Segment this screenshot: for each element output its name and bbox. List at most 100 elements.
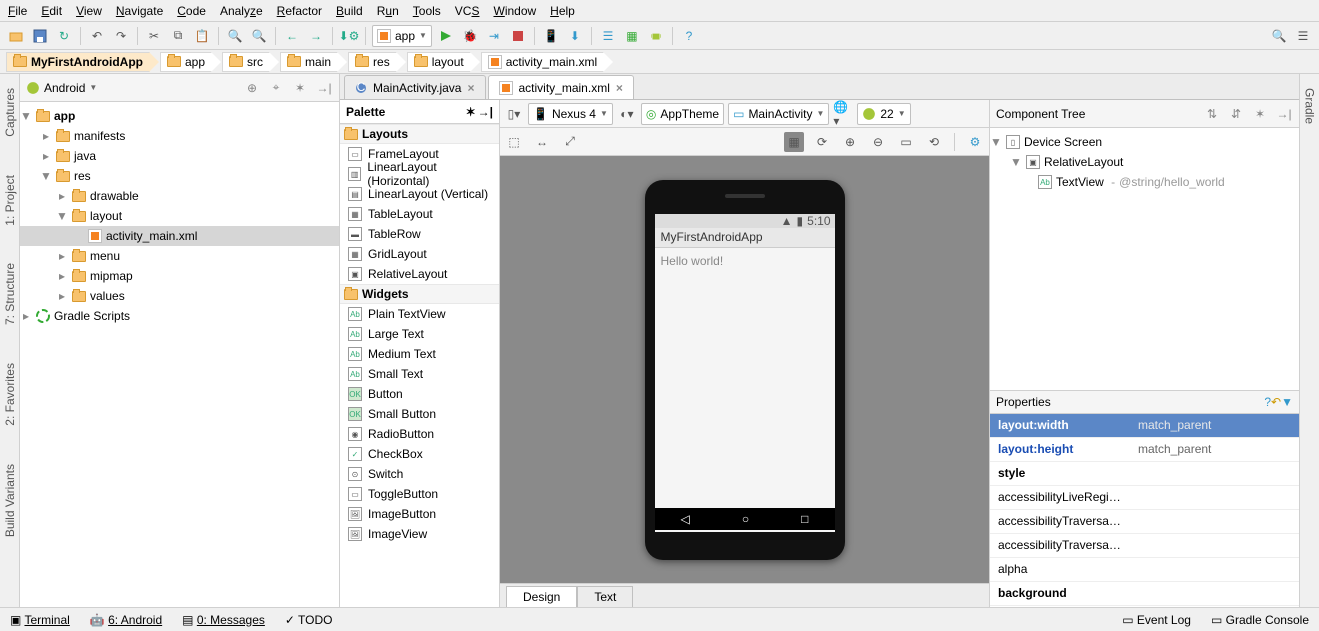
property-row[interactable]: accessibilityTraversalAfter — [990, 510, 1299, 534]
menu-view[interactable]: View — [76, 4, 102, 18]
property-row[interactable]: layout:heightmatch_parent — [990, 438, 1299, 462]
tab-activitymain[interactable]: activity_main.xml × — [488, 75, 634, 99]
avd-icon[interactable]: 📱 — [541, 26, 561, 46]
save-icon[interactable] — [30, 26, 50, 46]
sidetab-buildvariants[interactable]: Build Variants — [3, 460, 17, 541]
palette-group-widgets[interactable]: Widgets — [340, 284, 499, 304]
property-value[interactable] — [1130, 486, 1299, 509]
design-canvas[interactable]: ▲ ▮ 5:10 MyFirstAndroidApp Hello world! … — [500, 156, 989, 583]
menu-help[interactable]: Help — [550, 4, 575, 18]
gear-icon[interactable]: ✶ — [1251, 105, 1269, 123]
gear-icon[interactable]: ✶ — [466, 105, 476, 119]
bottom-eventlog[interactable]: ▭ Event Log — [1122, 613, 1191, 627]
collapse-icon[interactable]: ⊕ — [243, 79, 261, 97]
tree-node-app[interactable]: ▼app — [20, 106, 339, 126]
sidetab-gradle[interactable]: Gradle — [1303, 84, 1317, 128]
property-value[interactable] — [1130, 534, 1299, 557]
property-row[interactable]: alpha — [990, 558, 1299, 582]
hide-icon[interactable]: →| — [315, 79, 333, 97]
menu-window[interactable]: Window — [493, 4, 536, 18]
ddms-icon[interactable]: ☰ — [598, 26, 618, 46]
hide-icon[interactable]: →| — [478, 105, 493, 119]
chevron-down-icon[interactable]: ▼ — [89, 83, 97, 92]
crumb-layout[interactable]: layout — [407, 52, 471, 72]
menu-refactor[interactable]: Refactor — [277, 4, 322, 18]
ct-relativelayout[interactable]: ▼▣RelativeLayout — [990, 152, 1299, 172]
forward-icon[interactable]: → — [306, 26, 326, 46]
menu-tools[interactable]: Tools — [413, 4, 441, 18]
pal-imageview[interactable]: 🖼ImageView — [340, 524, 499, 544]
menu-file[interactable]: File — [8, 4, 27, 18]
sdk-icon[interactable]: ⬇ — [565, 26, 585, 46]
settings-icon[interactable]: ☰ — [1293, 26, 1313, 46]
crumb-src[interactable]: src — [222, 52, 270, 72]
pal-imagebutton[interactable]: 🖼ImageButton — [340, 504, 499, 524]
capture-icon[interactable]: ⟲ — [924, 132, 944, 152]
device-combo[interactable]: 📱Nexus 4▼ — [528, 103, 613, 125]
crumb-file[interactable]: activity_main.xml — [481, 52, 604, 72]
design-tab[interactable]: Design — [506, 586, 577, 607]
property-value[interactable] — [1130, 558, 1299, 581]
sidetab-captures[interactable]: Captures — [3, 84, 17, 141]
tree-node-res[interactable]: ▼res — [20, 166, 339, 186]
sidetab-project[interactable]: 1: Project — [3, 171, 17, 230]
debug-icon[interactable]: 🐞 — [460, 26, 480, 46]
android-icon[interactable] — [646, 26, 666, 46]
cut-icon[interactable]: ✂ — [144, 26, 164, 46]
paste-icon[interactable]: 📋 — [192, 26, 212, 46]
property-row[interactable]: background — [990, 582, 1299, 606]
bottom-gradleconsole[interactable]: ▭ Gradle Console — [1211, 613, 1309, 627]
menu-run[interactable]: Run — [377, 4, 399, 18]
bottom-android[interactable]: 🤖 6: Android — [90, 613, 162, 627]
locate-icon[interactable]: ⌖ — [267, 79, 285, 97]
api-combo[interactable]: 22▼ — [857, 103, 910, 125]
resize-icon[interactable]: ⤢ — [560, 132, 580, 152]
replace-icon[interactable]: 🔍 — [249, 26, 269, 46]
menu-code[interactable]: Code — [177, 4, 206, 18]
menu-build[interactable]: Build — [336, 4, 363, 18]
pal-button[interactable]: OKButton — [340, 384, 499, 404]
ct-device-screen[interactable]: ▼▯Device Screen — [990, 132, 1299, 152]
zoomin-icon[interactable]: ⊕ — [840, 132, 860, 152]
pan-icon[interactable]: ↔ — [532, 132, 552, 152]
device-screen[interactable]: ▲ ▮ 5:10 MyFirstAndroidApp Hello world! — [655, 214, 835, 532]
project-mode[interactable]: Android — [44, 81, 85, 95]
property-value[interactable] — [1130, 510, 1299, 533]
pal-linearh[interactable]: ▥LinearLayout (Horizontal) — [340, 164, 499, 184]
crumb-res[interactable]: res — [348, 52, 397, 72]
pal-smallbutton[interactable]: OKSmall Button — [340, 404, 499, 424]
zoomout-icon[interactable]: ⊖ — [868, 132, 888, 152]
collapse-icon[interactable]: ⇵ — [1227, 105, 1245, 123]
pal-switch[interactable]: ⊙Switch — [340, 464, 499, 484]
select-icon[interactable]: ⬚ — [504, 132, 524, 152]
gear-icon[interactable]: ⚙ — [965, 132, 985, 152]
orientation-icon[interactable]: ▯▾ — [504, 104, 524, 124]
pal-linearv[interactable]: ▤LinearLayout (Vertical) — [340, 184, 499, 204]
menu-navigate[interactable]: Navigate — [116, 4, 163, 18]
make-icon[interactable]: ⬇⚙ — [339, 26, 359, 46]
filter-icon[interactable]: ▼ — [1281, 395, 1293, 409]
text-tab[interactable]: Text — [577, 586, 633, 607]
crumb-main[interactable]: main — [280, 52, 338, 72]
pal-gridlayout[interactable]: ▦GridLayout — [340, 244, 499, 264]
tree-node-activity-main[interactable]: activity_main.xml — [20, 226, 339, 246]
search-icon[interactable]: 🔍 — [1269, 26, 1289, 46]
palette-group-layouts[interactable]: Layouts — [340, 124, 499, 144]
monitor-icon[interactable]: ▦ — [622, 26, 642, 46]
expand-icon[interactable]: ⇅ — [1203, 105, 1221, 123]
run-config-combo[interactable]: app ▼ — [372, 25, 432, 47]
tree-node-menu[interactable]: ▸menu — [20, 246, 339, 266]
help-icon[interactable]: ? — [1264, 395, 1271, 409]
bottom-todo[interactable]: ✓ TODO — [285, 613, 333, 627]
pal-toggle[interactable]: ▭ToggleButton — [340, 484, 499, 504]
sync-icon[interactable]: ↻ — [54, 26, 74, 46]
pal-tablerow[interactable]: ▬TableRow — [340, 224, 499, 244]
property-row[interactable]: accessibilityLiveRegion — [990, 486, 1299, 510]
zoomfit-icon[interactable]: ▭ — [896, 132, 916, 152]
stop-icon[interactable] — [508, 26, 528, 46]
property-row[interactable]: accessibilityTraversalBefore — [990, 534, 1299, 558]
tree-node-drawable[interactable]: ▸drawable — [20, 186, 339, 206]
attach-icon[interactable]: ⇥ — [484, 26, 504, 46]
tree-node-java[interactable]: ▸java — [20, 146, 339, 166]
reset-icon[interactable]: ↶ — [1271, 395, 1281, 409]
